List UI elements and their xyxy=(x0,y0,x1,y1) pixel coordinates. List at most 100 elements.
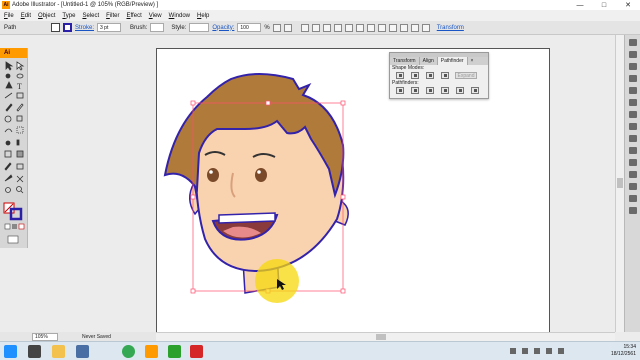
divide-button[interactable] xyxy=(396,87,404,94)
language-icon[interactable] xyxy=(558,348,564,354)
graphic-styles-panel-icon[interactable] xyxy=(629,87,637,94)
close-tab-icon[interactable]: × xyxy=(468,57,477,65)
rotate-icon[interactable] xyxy=(4,115,12,123)
symbols-panel-icon[interactable] xyxy=(629,75,637,82)
handle-bottom-left[interactable] xyxy=(190,288,196,294)
selection-icon[interactable] xyxy=(5,61,14,71)
color-panel-icon[interactable] xyxy=(629,39,637,46)
trim-button[interactable] xyxy=(411,87,419,94)
menu-edit[interactable]: Edit xyxy=(21,13,31,19)
transform-link[interactable]: Transform xyxy=(437,25,464,31)
blend-icon[interactable] xyxy=(16,163,24,170)
menu-object[interactable]: Object xyxy=(38,13,55,19)
file-app-icon[interactable] xyxy=(76,345,89,358)
tab-pathfinder[interactable]: Pathfinder xyxy=(437,57,468,65)
graph-icon[interactable] xyxy=(16,139,20,146)
crop-button[interactable] xyxy=(441,87,449,94)
battery-icon[interactable] xyxy=(534,348,540,354)
horizontal-scroll-thumb[interactable] xyxy=(376,334,386,340)
minus-front-button[interactable] xyxy=(411,72,419,79)
unite-button[interactable] xyxy=(396,72,404,79)
maximize-button[interactable]: □ xyxy=(594,0,614,10)
align-left-icon[interactable] xyxy=(300,23,309,32)
distribute-center-icon[interactable] xyxy=(410,23,419,32)
expand-button[interactable]: Expand xyxy=(455,72,477,79)
scale-icon[interactable] xyxy=(16,115,23,122)
eyedropper-icon[interactable] xyxy=(4,162,12,171)
menu-help[interactable]: Help xyxy=(197,13,209,19)
status-text[interactable]: Never Saved xyxy=(82,334,111,340)
align-middle-icon[interactable] xyxy=(344,23,353,32)
magic-wand-icon[interactable] xyxy=(5,73,11,79)
volume-icon[interactable] xyxy=(522,348,528,354)
handle-top-center[interactable] xyxy=(265,100,271,106)
close-button[interactable]: ✕ xyxy=(618,0,638,10)
color-mode-icon[interactable] xyxy=(4,223,11,230)
camtasia-icon[interactable] xyxy=(168,345,181,358)
right-eye[interactable] xyxy=(255,168,267,182)
screen-mode-icon[interactable] xyxy=(7,235,19,244)
teeth-shape[interactable] xyxy=(218,212,276,224)
recorder-icon[interactable] xyxy=(190,345,203,358)
distribute-middle-icon[interactable] xyxy=(377,23,386,32)
brushes-panel-icon[interactable] xyxy=(629,63,637,70)
menu-view[interactable]: View xyxy=(149,13,162,19)
brush-dropdown[interactable] xyxy=(150,23,165,32)
distribute-top-icon[interactable] xyxy=(366,23,375,32)
gradient-icon[interactable] xyxy=(16,150,24,158)
minimize-button[interactable]: — xyxy=(570,0,590,10)
distribute-left-icon[interactable] xyxy=(399,23,408,32)
none-mode-icon[interactable] xyxy=(18,223,25,230)
minus-back-button[interactable] xyxy=(471,87,479,94)
paragraph-panel-icon[interactable] xyxy=(629,195,637,202)
line-icon[interactable] xyxy=(4,92,13,99)
intersect-button[interactable] xyxy=(426,72,434,79)
direct-selection-icon[interactable] xyxy=(16,61,25,71)
style-dropdown[interactable] xyxy=(189,23,210,32)
lasso-icon[interactable] xyxy=(16,73,24,79)
gradient-panel-icon[interactable] xyxy=(629,111,637,118)
menu-select[interactable]: Select xyxy=(82,13,99,19)
fill-swatch[interactable] xyxy=(51,23,60,32)
swatches-panel-icon[interactable] xyxy=(629,51,637,58)
align-top-icon[interactable] xyxy=(333,23,342,32)
chrome-icon[interactable] xyxy=(122,345,135,358)
align-bottom-icon[interactable] xyxy=(355,23,364,32)
explorer-icon[interactable] xyxy=(52,345,65,358)
appearance-panel-icon[interactable] xyxy=(629,135,637,142)
paintbrush-icon[interactable] xyxy=(5,103,13,112)
links-panel-icon[interactable] xyxy=(629,171,637,178)
tab-transform[interactable]: Transform xyxy=(390,57,420,65)
handle-middle-right[interactable] xyxy=(340,194,346,200)
recolor-icon[interactable] xyxy=(272,23,281,32)
pen-icon[interactable] xyxy=(5,81,13,89)
hand-icon[interactable] xyxy=(5,187,11,193)
start-button[interactable] xyxy=(4,345,17,358)
network-icon[interactable] xyxy=(510,348,516,354)
handle-top-left[interactable] xyxy=(190,100,196,106)
tab-align[interactable]: Align xyxy=(420,57,438,65)
scissors-icon[interactable] xyxy=(16,175,24,183)
merge-button[interactable] xyxy=(426,87,434,94)
menu-filter[interactable]: Filter xyxy=(106,13,119,19)
illustrator-taskbar-icon[interactable] xyxy=(145,345,158,358)
align-right-icon[interactable] xyxy=(322,23,331,32)
menu-type[interactable]: Type xyxy=(62,13,75,19)
handle-top-right[interactable] xyxy=(340,100,346,106)
menu-effect[interactable]: Effect xyxy=(126,13,141,19)
distribute-bottom-icon[interactable] xyxy=(388,23,397,32)
pencil-icon[interactable] xyxy=(16,103,24,112)
gradient-mode-icon[interactable] xyxy=(12,224,17,229)
symbol-sprayer-icon[interactable] xyxy=(5,140,11,146)
stroke-swatch[interactable] xyxy=(63,23,72,32)
menu-window[interactable]: Window xyxy=(169,13,190,19)
left-eye[interactable] xyxy=(207,168,219,182)
menu-file[interactable]: File xyxy=(4,13,14,19)
stroke-panel-icon[interactable] xyxy=(629,99,637,106)
artboards-panel-icon[interactable] xyxy=(629,159,637,166)
warp-icon[interactable] xyxy=(4,128,13,133)
transparency-panel-icon[interactable] xyxy=(629,123,637,130)
vertical-scrollbar[interactable] xyxy=(615,35,624,332)
notifications-icon[interactable] xyxy=(546,348,552,354)
opentype-panel-icon[interactable] xyxy=(629,207,637,214)
